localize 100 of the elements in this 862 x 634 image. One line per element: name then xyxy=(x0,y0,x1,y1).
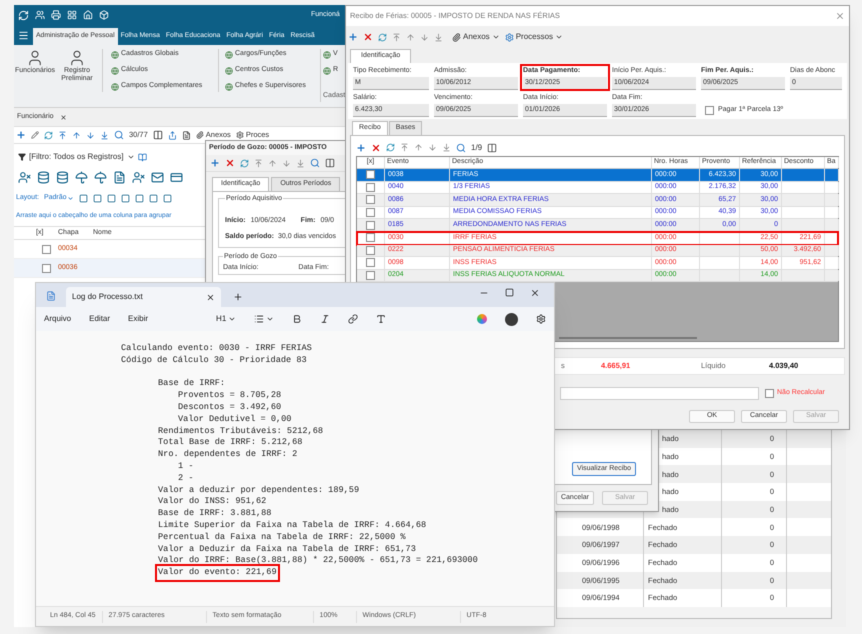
refresh-icon[interactable] xyxy=(240,158,249,168)
refresh-icon[interactable] xyxy=(386,143,395,152)
menu-item[interactable]: Arquivo xyxy=(44,313,72,325)
action-icon[interactable] xyxy=(56,170,69,184)
first-record-icon[interactable] xyxy=(400,143,409,152)
add-icon[interactable] xyxy=(356,142,366,152)
delete-icon[interactable] xyxy=(225,158,235,168)
text-editor[interactable] xyxy=(36,331,554,606)
attachments-button[interactable]: Anexos xyxy=(452,31,500,43)
last-record-icon[interactable] xyxy=(434,32,443,42)
maximize-icon[interactable] xyxy=(505,288,514,297)
previous-record-icon[interactable] xyxy=(268,158,277,168)
box-icon[interactable] xyxy=(99,10,109,20)
add-icon[interactable] xyxy=(348,32,358,42)
text-line: Código de Cálculo 30 - Prioridade 83 xyxy=(121,354,307,367)
new-tab-icon[interactable] xyxy=(233,292,243,302)
delete-icon[interactable] xyxy=(371,142,381,152)
link-icon[interactable] xyxy=(348,314,358,324)
checkbox[interactable] xyxy=(366,246,375,255)
action-icon[interactable] xyxy=(151,170,164,184)
spellcheck-icon[interactable] xyxy=(376,314,386,324)
text-field[interactable] xyxy=(560,387,759,400)
next-record-icon[interactable] xyxy=(282,158,291,168)
previous-record-icon[interactable] xyxy=(414,143,423,152)
edit-icon[interactable] xyxy=(31,131,39,139)
checkbox[interactable] xyxy=(705,106,714,115)
processes-button[interactable]: Processos xyxy=(504,31,564,43)
document-icon[interactable] xyxy=(182,130,191,140)
action-icon[interactable] xyxy=(113,170,126,184)
ribbon-item-icon xyxy=(323,50,331,58)
add-icon[interactable] xyxy=(16,130,26,140)
close-icon[interactable] xyxy=(530,288,540,298)
checkbox[interactable] xyxy=(366,170,375,180)
filter-dropdown[interactable]: [Filtro: Todos os Registros] xyxy=(29,151,124,163)
ribbon-item-icon xyxy=(111,82,119,90)
first-record-icon[interactable] xyxy=(254,158,263,168)
checkbox[interactable] xyxy=(366,220,375,230)
list-icon[interactable] xyxy=(254,314,264,324)
checkbox[interactable] xyxy=(765,389,774,398)
columns-icon[interactable] xyxy=(325,158,335,168)
checkbox[interactable] xyxy=(42,264,50,272)
next-record-icon[interactable] xyxy=(428,143,437,152)
last-record-icon[interactable] xyxy=(296,158,305,168)
checkbox[interactable] xyxy=(366,182,375,192)
action-icon[interactable] xyxy=(18,170,31,184)
caret-icon xyxy=(555,33,564,41)
previous-record-icon[interactable] xyxy=(406,32,415,42)
copilot-icon[interactable] xyxy=(477,314,487,324)
avatar[interactable] xyxy=(505,312,518,326)
next-record-icon[interactable] xyxy=(86,130,95,140)
first-record-icon[interactable] xyxy=(58,130,67,140)
add-icon[interactable] xyxy=(210,158,220,168)
refresh-icon[interactable] xyxy=(378,32,387,42)
columns-icon[interactable] xyxy=(487,142,498,152)
bold-icon[interactable] xyxy=(292,314,302,324)
first-record-icon[interactable] xyxy=(392,32,401,42)
action-icon[interactable] xyxy=(94,170,107,184)
last-record-icon[interactable] xyxy=(442,143,451,152)
document-tab[interactable]: Log do Processo.txt xyxy=(66,287,221,307)
action-icon[interactable] xyxy=(132,170,145,184)
paperclip-icon xyxy=(452,32,461,42)
checkbox[interactable] xyxy=(366,233,375,242)
close-icon[interactable] xyxy=(206,292,215,302)
people-icon[interactable] xyxy=(35,10,45,20)
paperclip-icon xyxy=(196,131,204,139)
grid-icon[interactable] xyxy=(67,10,77,20)
menu-item[interactable]: Exibir xyxy=(128,313,148,325)
menu-item[interactable]: Editar xyxy=(89,313,110,325)
action-icon[interactable] xyxy=(75,170,88,184)
checkbox[interactable] xyxy=(366,208,375,218)
refresh-icon[interactable] xyxy=(44,130,53,140)
close-icon[interactable] xyxy=(60,114,67,120)
checkbox[interactable] xyxy=(366,271,375,280)
next-record-icon[interactable] xyxy=(420,32,429,42)
printer-icon[interactable] xyxy=(51,10,61,20)
delete-icon[interactable] xyxy=(363,32,373,42)
search-icon[interactable] xyxy=(114,130,124,140)
settings-icon[interactable] xyxy=(536,314,546,324)
scrollbar[interactable] xyxy=(559,337,697,339)
action-icon[interactable] xyxy=(170,170,183,184)
text-line: Valor do IRRF: Base(3.881,88) * 22,5000% - 651,73 = 221,693000 xyxy=(158,555,478,568)
gear-icon xyxy=(236,131,244,139)
menu-icon[interactable] xyxy=(18,30,29,41)
export-icon[interactable] xyxy=(168,130,177,140)
previous-record-icon[interactable] xyxy=(72,130,81,140)
ribbon-item-icon xyxy=(225,66,233,74)
caret-icon[interactable] xyxy=(266,315,274,323)
checkbox[interactable] xyxy=(42,244,50,254)
caret-icon[interactable] xyxy=(126,153,135,161)
last-record-icon[interactable] xyxy=(100,130,109,140)
checkbox[interactable] xyxy=(366,195,375,204)
checkbox[interactable] xyxy=(366,258,375,268)
home-icon[interactable] xyxy=(83,10,93,20)
action-icon[interactable] xyxy=(37,170,50,184)
italic-icon[interactable] xyxy=(320,314,330,324)
book-icon[interactable] xyxy=(138,152,147,162)
search-icon[interactable] xyxy=(456,142,466,152)
heading-dropdown[interactable]: H1 xyxy=(216,313,236,325)
search-icon[interactable] xyxy=(310,158,320,168)
columns-icon[interactable] xyxy=(152,130,163,140)
